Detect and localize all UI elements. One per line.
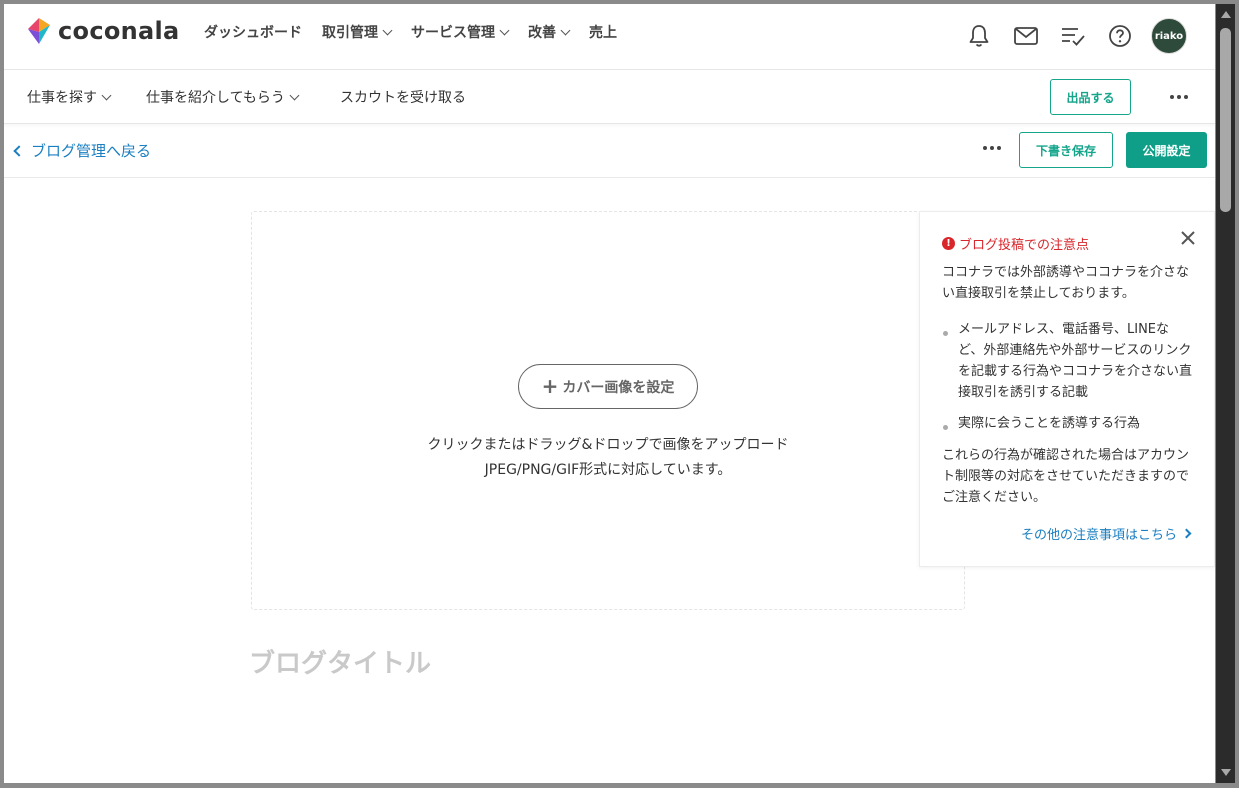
scroll-thumb[interactable] (1220, 28, 1231, 212)
cover-image-dropzone[interactable]: + カバー画像を設定 クリックまたはドラッグ&ドロップで画像をアップロード JP… (251, 211, 965, 610)
notice-title: ! ブログ投稿での注意点 (942, 234, 1089, 253)
nav-sales-label: 売上 (589, 25, 617, 41)
plus-icon: + (541, 373, 559, 398)
subnav-receive-scouts-label: スカウトを受け取る (340, 90, 466, 106)
header-icons: riako (948, 18, 1187, 54)
logo-mark-icon (28, 18, 50, 44)
notice-outro: これらの行為が確認された場合はアカウント制限等の対応をさせていただきますのでご注… (942, 448, 1190, 505)
bell-icon[interactable] (963, 20, 995, 52)
chevron-down-icon (289, 90, 300, 100)
nav-sales[interactable]: 売上 (589, 22, 617, 42)
back-to-blog-management-link[interactable]: ブログ管理へ戻る (12, 140, 151, 161)
avatar[interactable]: riako (1151, 18, 1187, 54)
coconala-logo[interactable]: coconala (26, 16, 180, 46)
alert-icon: ! (942, 237, 955, 250)
set-cover-image-label: カバー画像を設定 (562, 379, 675, 396)
chevron-down-icon (382, 25, 393, 35)
mail-icon[interactable] (1010, 20, 1042, 52)
nav-services[interactable]: サービス管理 (411, 22, 510, 42)
chevron-left-icon (13, 144, 25, 157)
chevron-down-icon (101, 90, 112, 100)
publish-settings-button[interactable]: 公開設定 (1126, 132, 1207, 168)
other-notes-link[interactable]: その他の注意事項はこちら (1020, 524, 1192, 543)
nav-improvement-label: 改善 (528, 25, 556, 41)
notice-intro: ココナラでは外部誘導やココナラを介さない直接取引を禁止しております。 (942, 265, 1190, 301)
subnav-find-jobs[interactable]: 仕事を探す (27, 87, 112, 107)
vertical-scrollbar[interactable] (1216, 4, 1235, 783)
checklist-icon[interactable] (1057, 20, 1089, 52)
logo-text: coconala (58, 17, 180, 45)
scroll-down-arrow-icon[interactable] (1221, 769, 1231, 776)
notice-list-item: メールアドレス、電話番号、LINEなど、外部連絡先や外部サービスのリンクを記載す… (942, 319, 1194, 403)
notice-list: メールアドレス、電話番号、LINEなど、外部連絡先や外部サービスのリンクを記載す… (942, 319, 1194, 444)
format-hint: JPEG/PNG/GIF形式に対応しています。 (484, 462, 732, 478)
top-header: coconala ダッシュボード 取引管理 サービス管理 改善 売上 riako (4, 4, 1215, 70)
chevron-right-icon (1181, 528, 1192, 539)
editor-more-icon[interactable] (983, 146, 1001, 150)
save-draft-button[interactable]: 下書き保存 (1019, 132, 1113, 168)
save-draft-label: 下書き保存 (1035, 143, 1096, 158)
blog-notice-panel: ! ブログ投稿での注意点 ココナラでは外部誘導やココナラを介さない直接取引を禁止… (919, 211, 1215, 567)
subnav-receive-scouts[interactable]: スカウトを受け取る (340, 87, 466, 107)
back-link-label: ブログ管理へ戻る (31, 142, 152, 160)
nav-services-label: サービス管理 (411, 25, 495, 41)
scroll-up-arrow-icon[interactable] (1221, 11, 1231, 18)
subnav-get-introduced[interactable]: 仕事を紹介してもらう (146, 87, 300, 107)
listing-button[interactable]: 出品する (1050, 79, 1131, 115)
main-nav: ダッシュボード 取引管理 サービス管理 改善 売上 (204, 22, 637, 42)
avatar-text: riako (1154, 30, 1184, 42)
editor-toolbar: ブログ管理へ戻る 下書き保存 公開設定 (4, 125, 1215, 178)
notice-list-item: 実際に会うことを誘導する行為 (942, 413, 1194, 434)
blog-title-input[interactable]: ブログタイトル (249, 643, 431, 680)
sub-nav: 仕事を探す 仕事を紹介してもらう スカウトを受け取る 出品する (4, 70, 1215, 124)
chevron-down-icon (560, 25, 571, 35)
subnav-find-jobs-label: 仕事を探す (27, 90, 97, 106)
more-menu-icon[interactable] (1170, 95, 1188, 99)
upload-hint: クリックまたはドラッグ&ドロップで画像をアップロード (427, 437, 789, 453)
set-cover-image-button[interactable]: + カバー画像を設定 (518, 364, 698, 409)
publish-settings-label: 公開設定 (1142, 143, 1191, 158)
close-icon[interactable] (1178, 228, 1198, 248)
listing-button-label: 出品する (1066, 90, 1115, 105)
notice-title-text: ブログ投稿での注意点 (959, 238, 1090, 253)
nav-improvement[interactable]: 改善 (528, 22, 571, 42)
page-viewport: coconala ダッシュボード 取引管理 サービス管理 改善 売上 riako (4, 4, 1215, 783)
help-icon[interactable] (1104, 20, 1136, 52)
nav-transactions-label: 取引管理 (322, 25, 378, 41)
nav-transactions[interactable]: 取引管理 (322, 22, 393, 42)
subnav-get-introduced-label: 仕事を紹介してもらう (146, 90, 285, 106)
nav-dashboard[interactable]: ダッシュボード (204, 22, 302, 42)
chevron-down-icon (499, 25, 510, 35)
other-notes-link-label: その他の注意事項はこちら (1020, 528, 1177, 543)
nav-dashboard-label: ダッシュボード (204, 25, 302, 41)
